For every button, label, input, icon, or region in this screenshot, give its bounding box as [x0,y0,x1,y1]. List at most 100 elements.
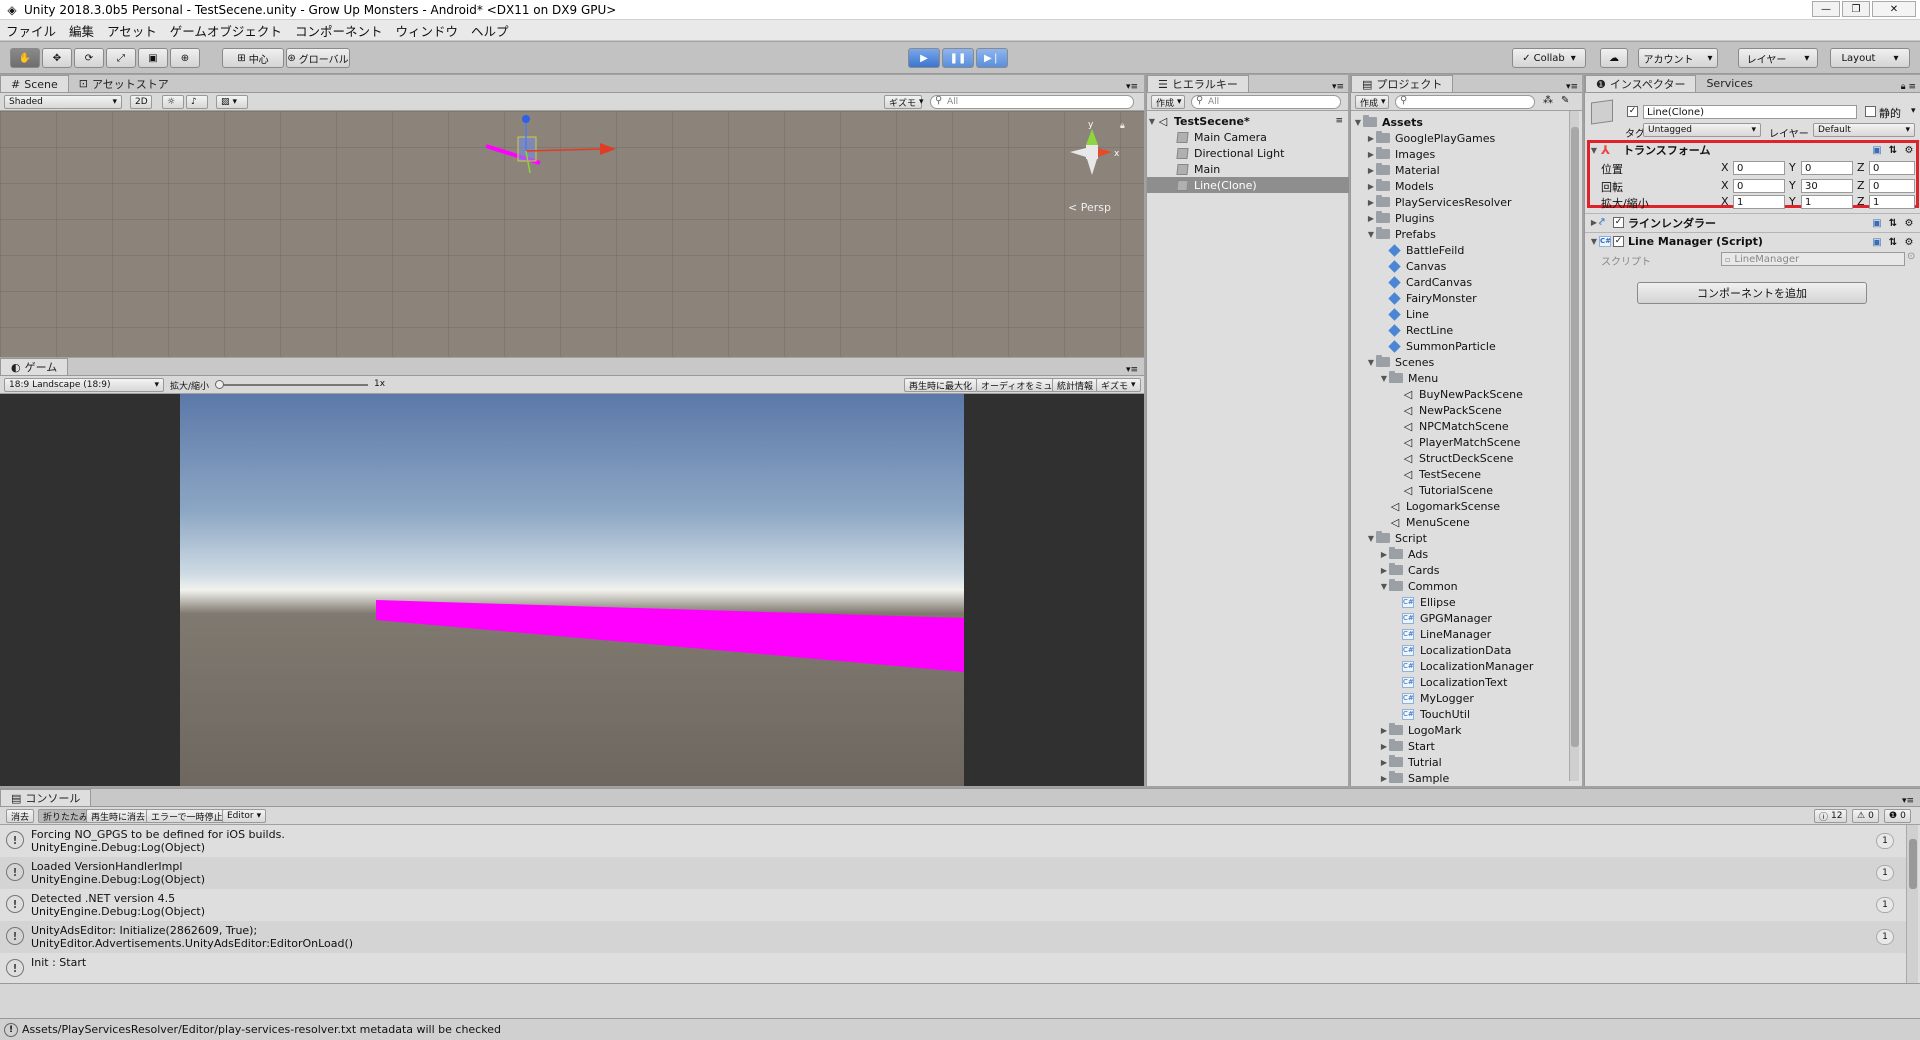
expand-arrow-icon[interactable]: ▶ [1366,198,1376,207]
project-item[interactable]: ▼ Common [1379,578,1458,594]
expand-arrow-icon[interactable]: ▼ [1379,374,1389,383]
menu-edit[interactable]: 編集 [69,21,94,40]
hierarchy-item[interactable]: Directional Light [1147,145,1349,161]
expand-arrow-icon[interactable]: ▶ [1379,774,1389,783]
object-name-field[interactable]: Line(Clone) [1643,105,1857,119]
expand-arrow-icon[interactable]: ▶ [1379,758,1389,767]
project-item[interactable]: ◁ PlayerMatchScene [1392,434,1521,450]
lighting-toggle[interactable]: ☼ [162,95,184,109]
project-item[interactable]: C# LocalizationManager [1392,658,1533,674]
tag-dropdown[interactable]: Untagged ▾ [1643,123,1761,137]
project-item[interactable]: ▶ Tutrial [1379,754,1442,770]
effects-dropdown[interactable]: ▨ ▾ [216,95,248,109]
rect-tool-icon[interactable]: ▣ [138,48,168,68]
hierarchy-scene-row[interactable]: ▼ ◁ TestSecene* ≡ [1147,113,1349,129]
game-viewport[interactable] [0,394,1144,786]
preset-icon[interactable]: ⇅ [1887,236,1899,248]
project-item[interactable]: ▶ Plugins [1366,210,1434,226]
console-scrollbar[interactable] [1906,825,1918,983]
project-item[interactable]: ▼ Menu [1379,370,1438,386]
line-manager-header[interactable]: ▼ C# ✓ Line Manager (Script) ▣ ⇅ ⚙ [1585,232,1920,250]
position-x-field[interactable]: 0 [1733,161,1785,175]
step-button[interactable]: ▶❘ [976,48,1008,68]
project-item[interactable]: ▼ Prefabs [1366,226,1436,242]
aspect-dropdown[interactable]: 18:9 Landscape (18:9) ▾ [4,378,164,392]
console-log-entry[interactable]: ! Detected .NET version 4.5 UnityEngine.De… [0,889,1906,921]
hierarchy-item-selected[interactable]: Line(Clone) [1147,177,1349,193]
gizmo-x-handle[interactable] [600,143,616,155]
hierarchy-create-dropdown[interactable]: 作成 ▾ [1151,95,1185,109]
project-item[interactable]: ▶ Sample [1379,770,1449,786]
menu-help[interactable]: ヘルプ [471,21,509,40]
active-checkbox[interactable]: ✓ [1627,106,1638,117]
hierarchy-item[interactable]: Main Camera [1147,129,1349,145]
project-item[interactable]: RectLine [1379,322,1453,338]
clear-button[interactable]: 消去 [6,809,35,823]
log-count-toggle[interactable]: ⓘ 12 [1814,809,1848,823]
project-item[interactable]: SummonParticle [1379,338,1496,354]
project-item[interactable]: C# MyLogger [1392,690,1474,706]
project-scroll-thumb[interactable] [1571,127,1579,747]
project-item[interactable]: ▶ GooglePlayGames [1366,130,1495,146]
project-item[interactable]: ▼ Script [1366,530,1427,546]
menu-window[interactable]: ウィンドウ [395,21,458,40]
help-book-icon[interactable]: ▣ [1871,236,1883,248]
project-item[interactable]: C# LocalizationText [1392,674,1507,690]
rotation-z-field[interactable]: 0 [1869,179,1915,193]
project-item[interactable]: ◁ TestSecene [1392,466,1481,482]
project-item[interactable]: ▶ Ads [1379,546,1428,562]
project-item[interactable]: ▼ Assets [1353,114,1423,130]
project-item[interactable]: ◁ NPCMatchScene [1392,418,1509,434]
expand-arrow-icon[interactable]: ▶ [1379,566,1389,575]
scale-x-field[interactable]: 1 [1733,195,1785,209]
project-item[interactable]: BattleFeild [1379,242,1464,258]
error-count-toggle[interactable]: ❶0 [1884,809,1911,823]
project-item[interactable]: ▶ Models [1366,178,1434,194]
maximize-on-play-toggle[interactable]: 再生時に最大化 [904,378,978,392]
rotation-x-field[interactable]: 0 [1733,179,1785,193]
tab-console[interactable]: ▤ コンソール [0,789,92,806]
tab-scene[interactable]: # Scene [0,75,69,92]
pivot-toggle[interactable]: ⊞ 中心 [222,48,284,68]
transform-header[interactable]: ▼ ⅄ トランスフォーム ▣ ⇅ ⚙ [1585,141,1920,159]
axis-neg-x-cone[interactable] [1070,148,1086,157]
collab-button[interactable]: ✓ Collab ▾ [1512,48,1586,68]
project-item[interactable]: ▶ PlayServicesResolver [1366,194,1512,210]
expand-arrow-icon[interactable]: ▼ [1366,534,1376,543]
scale-z-field[interactable]: 1 [1869,195,1915,209]
panel-menu-icon[interactable]: ▾≡ [1566,82,1578,92]
tab-game[interactable]: ◐ ゲーム [0,358,69,375]
persp-label[interactable]: < Persp [1068,201,1111,214]
scene-viewport[interactable]: y x 🔒︎ < Persp [0,111,1144,357]
project-search-input[interactable] [1395,95,1535,109]
expand-arrow-icon[interactable]: ▶ [1366,166,1376,175]
gear-icon[interactable]: ⚙ [1903,217,1915,229]
collapse-toggle[interactable]: 折りたたみ [38,809,94,823]
hand-tool-icon[interactable]: ✋ [10,48,40,68]
panel-menu-icon[interactable]: ▾≡ [1126,82,1138,92]
preset-icon[interactable]: ⇅ [1887,144,1899,156]
hierarchy-search-input[interactable]: All [1191,95,1341,109]
project-item[interactable]: ▶ LogoMark [1379,722,1462,738]
project-item[interactable]: ◁ LogomarkScense [1379,498,1500,514]
panel-menu-icon[interactable]: ▾≡ [1126,365,1138,375]
restore-icon[interactable]: ❐ [1842,1,1870,17]
scale-y-field[interactable]: 1 [1801,195,1853,209]
layout-dropdown[interactable]: Layout ▾ [1830,48,1910,68]
static-dropdown-icon[interactable]: ▾ [1911,106,1916,116]
gizmo-z-handle[interactable] [522,115,530,123]
menu-file[interactable]: ファイル [6,21,56,40]
cloud-button[interactable]: ☁ [1600,48,1628,68]
project-create-dropdown[interactable]: 作成 ▾ [1355,95,1389,109]
project-item[interactable]: FairyMonster [1379,290,1477,306]
project-item[interactable]: ◁ BuyNewPackScene [1392,386,1523,402]
orientation-gizmo[interactable]: y x [1050,115,1130,195]
tab-inspector[interactable]: ❶ インスペクター [1585,75,1697,92]
expand-arrow-icon[interactable]: ▼ [1379,582,1389,591]
shading-dropdown[interactable]: Shaded ▾ [4,95,122,109]
static-checkbox[interactable] [1865,106,1876,117]
project-item[interactable]: ◁ StructDeckScene [1392,450,1514,466]
project-item[interactable]: Line [1379,306,1429,322]
project-item[interactable]: ◁ MenuScene [1379,514,1470,530]
axis-x-cone[interactable] [1098,148,1112,157]
